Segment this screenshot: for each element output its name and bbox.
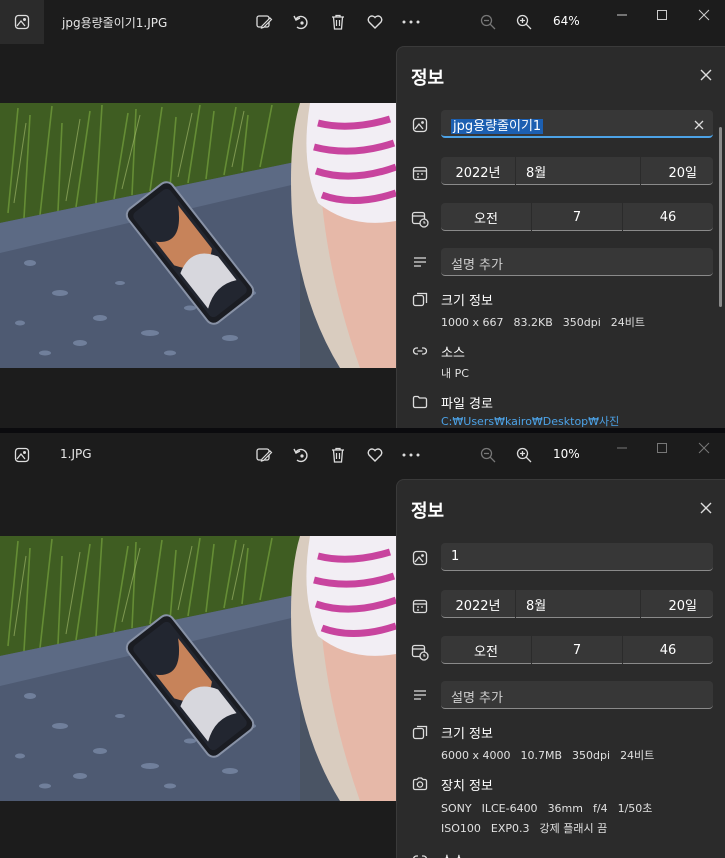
description-field[interactable]: 설명 추가 xyxy=(441,248,713,276)
source-value: 내 PC xyxy=(441,367,469,380)
maximize-icon[interactable] xyxy=(651,437,673,459)
minimize-icon[interactable] xyxy=(611,437,633,459)
close-window-icon[interactable] xyxy=(693,4,715,26)
image-icon xyxy=(411,549,429,567)
calendar-clock-icon xyxy=(411,210,429,228)
time-picker[interactable]: 오전 7 46 xyxy=(441,203,713,231)
calendar-clock-icon xyxy=(411,643,429,661)
device-info-values-2: ISO100 EXP0.3 강제 플래시 끔 xyxy=(441,822,608,835)
date-picker[interactable]: 2022년 8월 20일 xyxy=(441,157,713,185)
description-icon xyxy=(411,253,429,271)
zoom-level[interactable]: 10% xyxy=(553,447,580,461)
time-ampm[interactable]: 오전 xyxy=(441,636,531,664)
delete-icon[interactable] xyxy=(328,12,348,32)
time-hour[interactable]: 7 xyxy=(532,636,622,664)
size-info-values: 6000 x 4000 10.7MB 350dpi 24비트 xyxy=(441,749,655,762)
zoom-out-icon[interactable] xyxy=(478,445,498,465)
zoom-level[interactable]: 64% xyxy=(553,14,580,28)
device-info-values-1: SONY ILCE-6400 36mm f/4 1/50초 xyxy=(441,802,653,815)
time-hour[interactable]: 7 xyxy=(532,203,622,231)
date-month[interactable]: 8월 xyxy=(516,590,640,618)
description-icon xyxy=(411,686,429,704)
favorite-heart-icon[interactable] xyxy=(365,445,385,465)
close-window-icon[interactable] xyxy=(693,437,715,459)
size-info-label: 크기 정보 xyxy=(441,727,493,742)
time-picker[interactable]: 오전 7 46 xyxy=(441,636,713,664)
close-panel-icon[interactable] xyxy=(698,67,714,83)
maximize-icon[interactable] xyxy=(651,4,673,26)
info-panel: 정보 1 2022년 8월 20일 오전 7 46 설명 추가 크기 정보 60… xyxy=(396,479,725,858)
link-icon xyxy=(411,342,429,360)
date-day[interactable]: 20일 xyxy=(641,590,713,618)
description-field[interactable]: 설명 추가 xyxy=(441,681,713,709)
size-info-label: 크기 정보 xyxy=(441,294,493,309)
photo-preview[interactable] xyxy=(0,536,396,801)
zoom-in-icon[interactable] xyxy=(514,12,534,32)
file-name-input[interactable]: 1 xyxy=(451,549,459,564)
source-label: 소스 xyxy=(441,850,465,858)
file-path-label: 파일 경로 xyxy=(441,397,493,412)
rotate-icon[interactable] xyxy=(291,445,311,465)
info-panel-title: 정보 xyxy=(411,68,445,89)
rotate-icon[interactable] xyxy=(291,12,311,32)
image-size-icon xyxy=(411,724,429,742)
file-name-field[interactable]: 1 xyxy=(441,543,713,571)
device-info-label: 장치 정보 xyxy=(441,779,493,794)
calendar-icon xyxy=(411,597,429,615)
info-panel-title: 정보 xyxy=(411,501,445,522)
zoom-out-icon[interactable] xyxy=(478,12,498,32)
edit-image-icon[interactable] xyxy=(254,445,274,465)
favorite-heart-icon[interactable] xyxy=(365,12,385,32)
info-panel: 정보 jpg용량줄이기1 2022년 8월 20일 오전 7 46 설명 추가 … xyxy=(396,46,725,428)
source-label: 소스 xyxy=(441,346,465,361)
time-minute[interactable]: 46 xyxy=(623,203,713,231)
image-size-icon xyxy=(411,291,429,309)
description-placeholder: 설명 추가 xyxy=(451,691,503,706)
file-name-field[interactable]: jpg용량줄이기1 xyxy=(441,110,713,138)
file-path-link[interactable]: C:₩Users₩kairo₩Desktop₩사진 xyxy=(441,413,619,428)
image-icon xyxy=(411,116,429,134)
time-ampm[interactable]: 오전 xyxy=(441,203,531,231)
file-name: 1.JPG xyxy=(60,447,92,461)
folder-icon xyxy=(411,393,429,411)
camera-icon xyxy=(411,775,429,793)
photos-window-bottom: 1.JPG 10% 정보 1 2022년 8월 20일 오전 7 46 설명 추… xyxy=(0,433,725,858)
more-options-icon[interactable] xyxy=(401,445,421,465)
minimize-icon[interactable] xyxy=(611,4,633,26)
photo-preview[interactable] xyxy=(0,103,396,368)
delete-icon[interactable] xyxy=(328,445,348,465)
file-name-input[interactable]: jpg용량줄이기1 xyxy=(451,119,544,134)
app-icon[interactable] xyxy=(0,0,44,44)
date-month[interactable]: 8월 xyxy=(516,157,640,185)
time-minute[interactable]: 46 xyxy=(623,636,713,664)
scrollbar[interactable] xyxy=(719,127,722,427)
file-name: jpg용량줄이기1.JPG xyxy=(62,16,168,30)
close-panel-icon[interactable] xyxy=(698,500,714,516)
description-placeholder: 설명 추가 xyxy=(451,258,503,273)
edit-image-icon[interactable] xyxy=(254,12,274,32)
more-options-icon[interactable] xyxy=(401,12,421,32)
app-icon[interactable] xyxy=(0,433,44,477)
clear-text-icon[interactable] xyxy=(692,117,706,131)
date-day[interactable]: 20일 xyxy=(641,157,713,185)
zoom-in-icon[interactable] xyxy=(514,445,534,465)
date-year[interactable]: 2022년 xyxy=(441,157,515,185)
calendar-icon xyxy=(411,164,429,182)
date-year[interactable]: 2022년 xyxy=(441,590,515,618)
photos-window-top: jpg용량줄이기1.JPG 64% 정보 jpg용량줄이기1 2022년 8월 … xyxy=(0,0,725,428)
date-picker[interactable]: 2022년 8월 20일 xyxy=(441,590,713,618)
title-bar: 1.JPG 10% xyxy=(0,433,725,477)
link-icon xyxy=(411,850,429,858)
title-bar: jpg용량줄이기1.JPG 64% xyxy=(0,0,725,44)
size-info-values: 1000 x 667 83.2KB 350dpi 24비트 xyxy=(441,316,646,329)
